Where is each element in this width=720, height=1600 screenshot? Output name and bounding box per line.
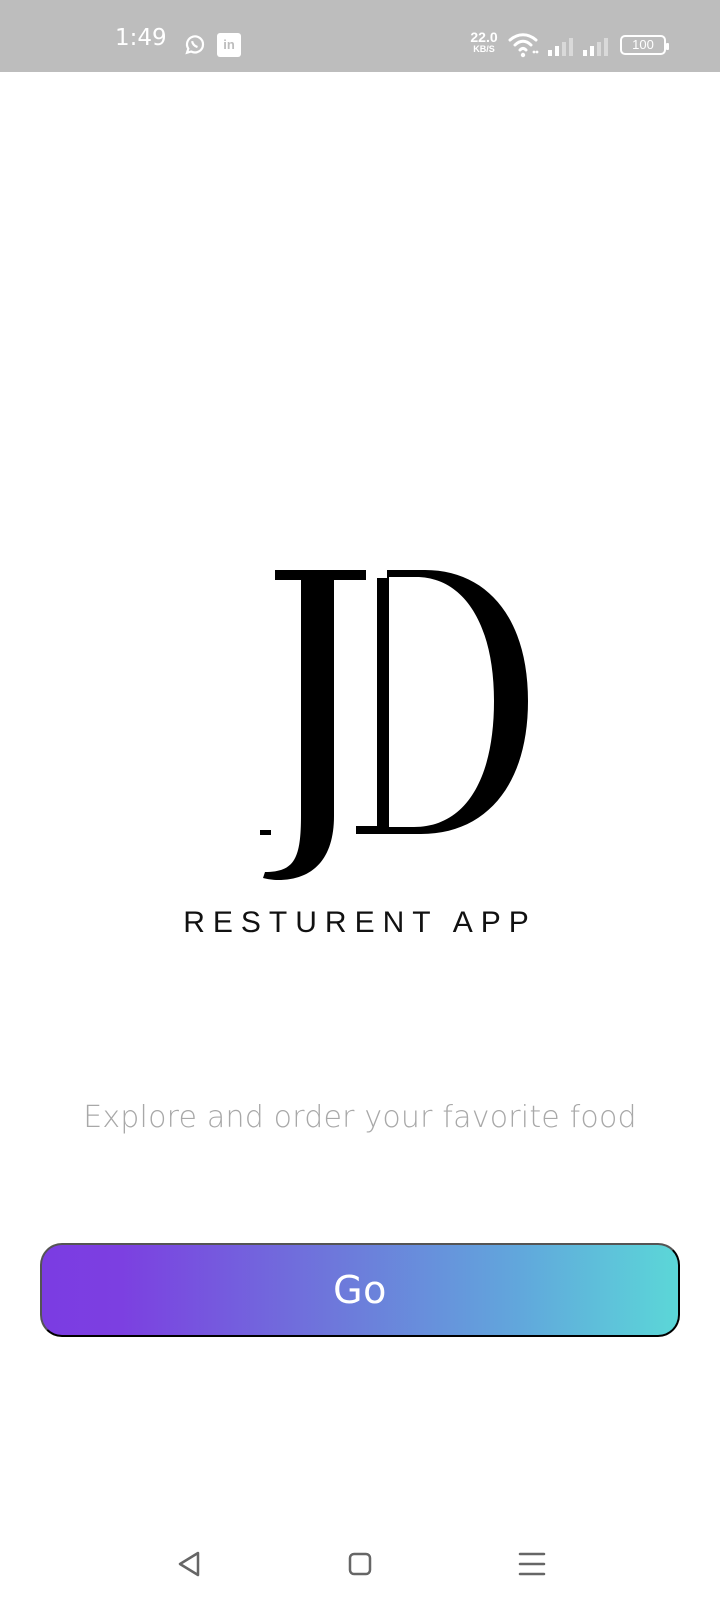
app-screen: 1:49 in 22.0 KB/S 100 RESTURENT APP Expl… bbox=[0, 0, 720, 1600]
subtitle: Explore and order your favorite food bbox=[83, 1100, 637, 1135]
network-speed-value: 22.0 bbox=[470, 29, 498, 45]
jd-logo bbox=[260, 570, 528, 880]
menu-icon[interactable] bbox=[512, 1544, 552, 1584]
go-button[interactable]: Go bbox=[40, 1243, 680, 1337]
wifi-icon bbox=[508, 33, 539, 58]
battery-value: 100 bbox=[632, 37, 654, 52]
brand-text: RESTURENT APP bbox=[183, 906, 537, 939]
battery-tip bbox=[666, 43, 669, 50]
android-navigation-bar bbox=[0, 1510, 720, 1600]
back-icon[interactable] bbox=[170, 1544, 210, 1584]
battery-icon: 100 bbox=[620, 35, 669, 55]
signal-icon bbox=[583, 38, 608, 56]
whatsapp-icon bbox=[185, 35, 205, 55]
signal-icon bbox=[548, 38, 573, 56]
linkedin-icon: in bbox=[217, 33, 241, 57]
home-icon[interactable] bbox=[340, 1544, 380, 1584]
network-speed-unit: KB/S bbox=[473, 44, 495, 54]
status-time: 1:49 bbox=[115, 25, 167, 51]
network-speed: 22.0 KB/S bbox=[466, 30, 502, 54]
status-bar: 1:49 in 22.0 KB/S 100 bbox=[0, 0, 720, 72]
